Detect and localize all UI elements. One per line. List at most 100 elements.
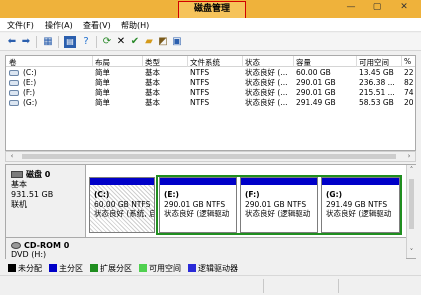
disk0-state: 联机 bbox=[11, 200, 27, 209]
maximize-button[interactable]: ▢ bbox=[366, 0, 388, 16]
open-folder-icon[interactable]: ▰ bbox=[143, 36, 155, 48]
forward-arrow-icon[interactable]: ➡ bbox=[20, 36, 32, 48]
status-cell bbox=[263, 279, 264, 293]
toolbar-divider bbox=[36, 36, 37, 48]
scroll-down-icon[interactable]: ˅ bbox=[407, 247, 416, 257]
cell-capacity: 290.01 GB bbox=[296, 78, 336, 87]
partition-title: (F:) bbox=[245, 190, 260, 199]
legend-label: 未分配 bbox=[18, 264, 42, 273]
partition-f[interactable]: (F:) 290.01 GB NTFS 状态良好 (逻辑驱动 bbox=[240, 177, 318, 233]
menu-action[interactable]: 操作(A) bbox=[45, 20, 73, 31]
legend-swatch-free bbox=[139, 264, 147, 272]
check-icon[interactable]: ✔ bbox=[129, 36, 141, 48]
menu-file[interactable]: 文件(F) bbox=[7, 20, 34, 31]
cell-type: 基本 bbox=[145, 98, 160, 107]
primary-partition-bar bbox=[90, 178, 154, 185]
title-bar: 磁盘管理 — ▢ ✕ bbox=[0, 0, 421, 19]
table-row[interactable]: (E:) 简单 基本 NTFS 状态良好 (... 290.01 GB 236.… bbox=[6, 78, 415, 88]
partition-size: 290.01 GB NTFS bbox=[164, 199, 226, 209]
cell-percent: 82 bbox=[404, 78, 414, 87]
back-arrow-icon[interactable]: ⬅ bbox=[6, 36, 18, 48]
partition-e[interactable]: (E:) 290.01 GB NTFS 状态良好 (逻辑驱动 bbox=[159, 177, 237, 233]
cdrom0-info[interactable]: CD-ROM 0 DVD (H:) bbox=[6, 238, 406, 260]
menu-bar: 文件(F) 操作(A) 查看(V) 帮助(H) bbox=[0, 18, 421, 32]
column-divider bbox=[356, 56, 357, 67]
explore-icon[interactable]: ◩ bbox=[157, 36, 169, 48]
scroll-left-icon[interactable]: ‹ bbox=[7, 152, 17, 161]
logical-drive-bar bbox=[241, 178, 317, 185]
partition-title: (C:) bbox=[94, 190, 110, 199]
status-cell bbox=[338, 279, 339, 293]
cell-type: 基本 bbox=[145, 88, 160, 97]
partition-title: (G:) bbox=[326, 190, 343, 199]
refresh-icon[interactable]: ⟳ bbox=[101, 36, 113, 48]
column-filesystem[interactable]: 文件系统 bbox=[190, 57, 220, 68]
column-free-space[interactable]: 可用空间 bbox=[359, 57, 389, 68]
cell-status: 状态良好 (... bbox=[245, 78, 288, 87]
cdrom0-name: CD-ROM 0 bbox=[24, 241, 70, 250]
cell-type: 基本 bbox=[145, 68, 160, 77]
disk0-info[interactable]: 磁盘 0 基本 931.51 GB 联机 bbox=[6, 165, 86, 237]
volume-table: 卷 布局 类型 文件系统 状态 容量 可用空间 % (C:) 简单 基本 NTF… bbox=[5, 55, 416, 151]
menu-view[interactable]: 查看(V) bbox=[83, 20, 111, 31]
cell-volume: (E:) bbox=[23, 78, 37, 87]
window-title: 磁盘管理 bbox=[178, 1, 246, 19]
cell-status: 状态良好 (... bbox=[245, 88, 288, 97]
column-volume[interactable]: 卷 bbox=[9, 57, 17, 68]
cell-filesystem: NTFS bbox=[190, 78, 210, 87]
column-divider bbox=[142, 56, 143, 67]
column-type[interactable]: 类型 bbox=[145, 57, 160, 68]
partition-c-text: (C:) 60.00 GB NTFS 状态良好 (系统, 启 bbox=[94, 190, 155, 219]
table-row[interactable]: (F:) 简单 基本 NTFS 状态良好 (... 290.01 GB 215.… bbox=[6, 88, 415, 98]
column-percent[interactable]: % bbox=[404, 57, 411, 66]
drive-icon bbox=[9, 70, 19, 76]
partition-c[interactable]: (C:) 60.00 GB NTFS 状态良好 (系统, 启 bbox=[89, 177, 155, 233]
cell-percent: 22 bbox=[404, 68, 414, 77]
partition-status: 状态良好 (系统, 启 bbox=[94, 209, 155, 218]
disk0-name: 磁盘 0 bbox=[26, 170, 51, 179]
minimize-button[interactable]: — bbox=[340, 0, 362, 16]
disk0-title: 磁盘 0 bbox=[11, 170, 85, 180]
scroll-thumb[interactable] bbox=[409, 179, 414, 229]
help-book-icon[interactable]: ? bbox=[80, 36, 92, 48]
legend-label: 逻辑驱动器 bbox=[198, 264, 238, 273]
menu-help[interactable]: 帮助(H) bbox=[121, 20, 149, 31]
column-capacity[interactable]: 容量 bbox=[296, 57, 311, 68]
logical-drive-bar bbox=[160, 178, 236, 185]
cell-percent: 20 bbox=[404, 98, 414, 107]
partition-title: (E:) bbox=[164, 190, 179, 199]
legend-label: 可用空间 bbox=[149, 264, 181, 273]
cell-layout: 简单 bbox=[95, 98, 110, 107]
partition-g[interactable]: (G:) 291.49 GB NTFS 状态良好 (逻辑驱动 bbox=[321, 177, 400, 233]
cdrom0-detail: DVD (H:) bbox=[11, 250, 47, 259]
scroll-right-icon[interactable]: › bbox=[404, 152, 414, 161]
disk-list-icon[interactable]: ▦ bbox=[42, 36, 54, 48]
cell-capacity: 60.00 GB bbox=[296, 68, 331, 77]
column-layout[interactable]: 布局 bbox=[95, 57, 110, 68]
vertical-scrollbar[interactable]: ˄ ˅ bbox=[406, 165, 416, 258]
disk0-size: 931.51 GB bbox=[11, 190, 54, 199]
cd-drive-icon bbox=[11, 242, 21, 249]
legend-label: 扩展分区 bbox=[100, 264, 132, 273]
legend: 未分配 主分区 扩展分区 可用空间 逻辑驱动器 bbox=[5, 262, 416, 274]
table-row[interactable]: (G:) 简单 基本 NTFS 状态良好 (... 291.49 GB 58.5… bbox=[6, 98, 415, 108]
disk0-type: 基本 bbox=[11, 180, 27, 189]
cell-layout: 简单 bbox=[95, 78, 110, 87]
close-button[interactable]: ✕ bbox=[393, 0, 415, 16]
delete-x-icon[interactable]: ✕ bbox=[115, 36, 127, 48]
partition-size: 291.49 GB NTFS bbox=[326, 199, 388, 209]
partition-f-text: (F:) 290.01 GB NTFS 状态良好 (逻辑驱动 bbox=[245, 190, 310, 219]
partition-g-text: (G:) 291.49 GB NTFS 状态良好 (逻辑驱动 bbox=[326, 190, 391, 219]
cell-filesystem: NTFS bbox=[190, 98, 210, 107]
horizontal-scrollbar[interactable]: ‹ › bbox=[5, 151, 416, 162]
table-row[interactable]: (C:) 简单 基本 NTFS 状态良好 (... 60.00 GB 13.45… bbox=[6, 68, 415, 78]
partition-status: 状态良好 (逻辑驱动 bbox=[164, 209, 230, 218]
cell-status: 状态良好 (... bbox=[245, 98, 288, 107]
hard-disk-icon bbox=[11, 171, 23, 178]
cell-volume: (G:) bbox=[23, 98, 38, 107]
scroll-up-icon[interactable]: ˄ bbox=[407, 165, 416, 175]
disk-manage-icon[interactable]: ▣ bbox=[171, 36, 183, 48]
scroll-thumb[interactable] bbox=[22, 154, 396, 159]
column-status[interactable]: 状态 bbox=[245, 57, 260, 68]
properties-icon[interactable]: ▤ bbox=[64, 36, 76, 48]
